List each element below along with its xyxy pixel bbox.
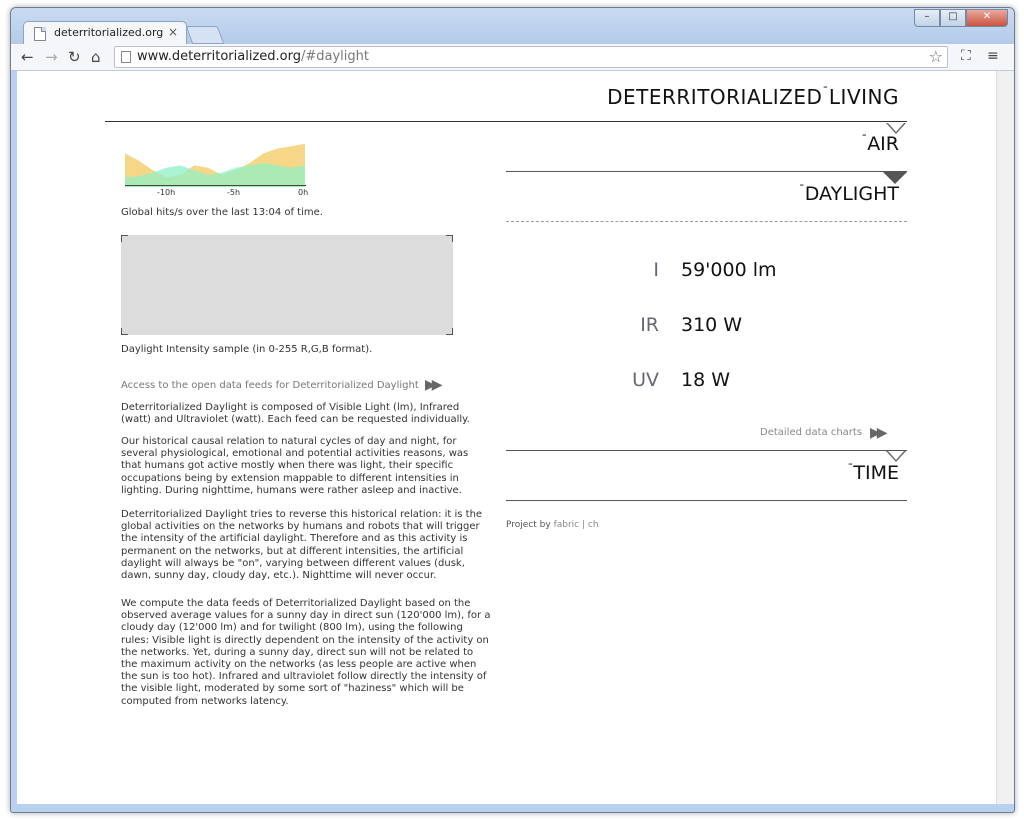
corner-mark — [121, 235, 128, 242]
back-icon[interactable]: ← — [21, 48, 34, 66]
browser-tab[interactable]: deterritorialized.org × — [23, 21, 187, 46]
time-label: TIME — [853, 462, 899, 484]
sample-caption: Daylight Intensity sample (in 0-255 R,G,… — [121, 344, 373, 355]
vertical-scrollbar[interactable] — [996, 71, 1014, 804]
tick-label-0h: 0h — [298, 188, 309, 197]
section-daylight[interactable]: ¯DAYLIGHT — [799, 183, 899, 205]
corner-mark — [121, 328, 128, 335]
page-icon — [34, 27, 46, 41]
browser-window: deterritorialized.org × – □ ✕ ← → ↻ ⌂ ww… — [10, 7, 1015, 813]
corner-mark — [446, 235, 453, 242]
hits-area-chart — [125, 143, 305, 187]
browser-toolbar: ← → ↻ ⌂ www.deterritorialized.org/#dayli… — [11, 44, 1014, 71]
new-tab-button[interactable] — [185, 26, 225, 44]
url-text: www.deterritorialized.org/#daylight — [137, 49, 369, 64]
menu-icon[interactable]: ≡ — [987, 48, 999, 64]
metric-label-infrared: IR — [640, 314, 659, 336]
detailed-charts-arrow-icon[interactable]: ▶▶ — [870, 425, 887, 441]
section-time[interactable]: ¯TIME — [847, 462, 899, 484]
page-info-icon[interactable] — [121, 51, 131, 63]
window-controls: – □ ✕ — [914, 9, 1008, 27]
time-top-divider — [506, 450, 907, 451]
air-label: AIR — [867, 133, 899, 155]
detailed-charts-link[interactable]: Detailed data charts — [760, 427, 862, 438]
chart-baseline — [125, 185, 306, 186]
tick-label-10h: -10h — [157, 188, 176, 197]
project-credit: Project by fabric | ch — [506, 520, 599, 530]
daylight-sample-swatch — [121, 235, 453, 335]
url-path: /#daylight — [300, 49, 369, 64]
air-divider — [506, 171, 907, 172]
reload-icon[interactable]: ↻ — [68, 48, 81, 66]
metric-value-ultraviolet: 18 W — [681, 369, 731, 391]
metric-label-ultraviolet: UV — [632, 369, 659, 391]
metric-label-visible: I — [653, 259, 659, 281]
home-icon[interactable]: ⌂ — [91, 48, 101, 66]
page-viewport: DETERRITORIALIZED¯LIVING ¯AIR ¯DAYLIGHT … — [17, 71, 1007, 804]
open-data-feeds-link[interactable]: Access to the open data feeds for Deterr… — [121, 380, 419, 391]
paragraph-computation: We compute the data feeds of Deterritori… — [121, 598, 491, 707]
maximize-button[interactable]: □ — [940, 9, 966, 27]
metric-value-infrared: 310 W — [681, 314, 743, 336]
corner-mark — [446, 328, 453, 335]
time-bottom-divider — [506, 500, 907, 501]
credit-link[interactable]: fabric | ch — [554, 520, 599, 530]
section-air[interactable]: ¯AIR — [861, 133, 899, 155]
paragraph-reverse: Deterritorialized Daylight tries to reve… — [121, 509, 483, 582]
paragraph-history: Our historical causal relation to natura… — [121, 436, 469, 496]
daylight-dashed-divider — [506, 221, 907, 222]
tick-label-5h: -5h — [227, 188, 241, 197]
cast-icon[interactable]: ⛶ — [961, 48, 971, 64]
minimize-button[interactable]: – — [914, 9, 940, 27]
daylight-label: DAYLIGHT — [804, 183, 899, 205]
paragraph-composition: Deterritorialized Daylight is composed o… — [121, 402, 470, 426]
site-title-right: LIVING — [828, 85, 899, 109]
hits-caption: Global hits/s over the last 13:04 of tim… — [121, 207, 323, 218]
open-data-feeds-arrow-icon[interactable]: ▶▶ — [425, 377, 442, 393]
address-bar[interactable]: www.deterritorialized.org/#daylight ☆ — [114, 46, 948, 68]
credit-prefix: Project by — [506, 520, 551, 530]
title-divider — [105, 121, 907, 122]
site-title-left: DETERRITORIALIZED — [607, 85, 823, 109]
title-bar: deterritorialized.org × – □ ✕ — [11, 8, 1014, 46]
tab-close-icon[interactable]: × — [168, 25, 178, 39]
metric-value-visible: 59'000 lm — [681, 259, 777, 281]
bookmark-star-icon[interactable]: ☆ — [929, 47, 943, 66]
site-title: DETERRITORIALIZED¯LIVING — [607, 85, 899, 109]
tab-title: deterritorialized.org — [54, 26, 164, 39]
url-host: www.deterritorialized.org — [137, 49, 301, 64]
time-toggle-icon[interactable] — [886, 451, 906, 462]
hits-series-2-area — [125, 163, 305, 187]
close-window-button[interactable]: ✕ — [966, 9, 1008, 27]
forward-icon[interactable]: → — [45, 48, 58, 66]
